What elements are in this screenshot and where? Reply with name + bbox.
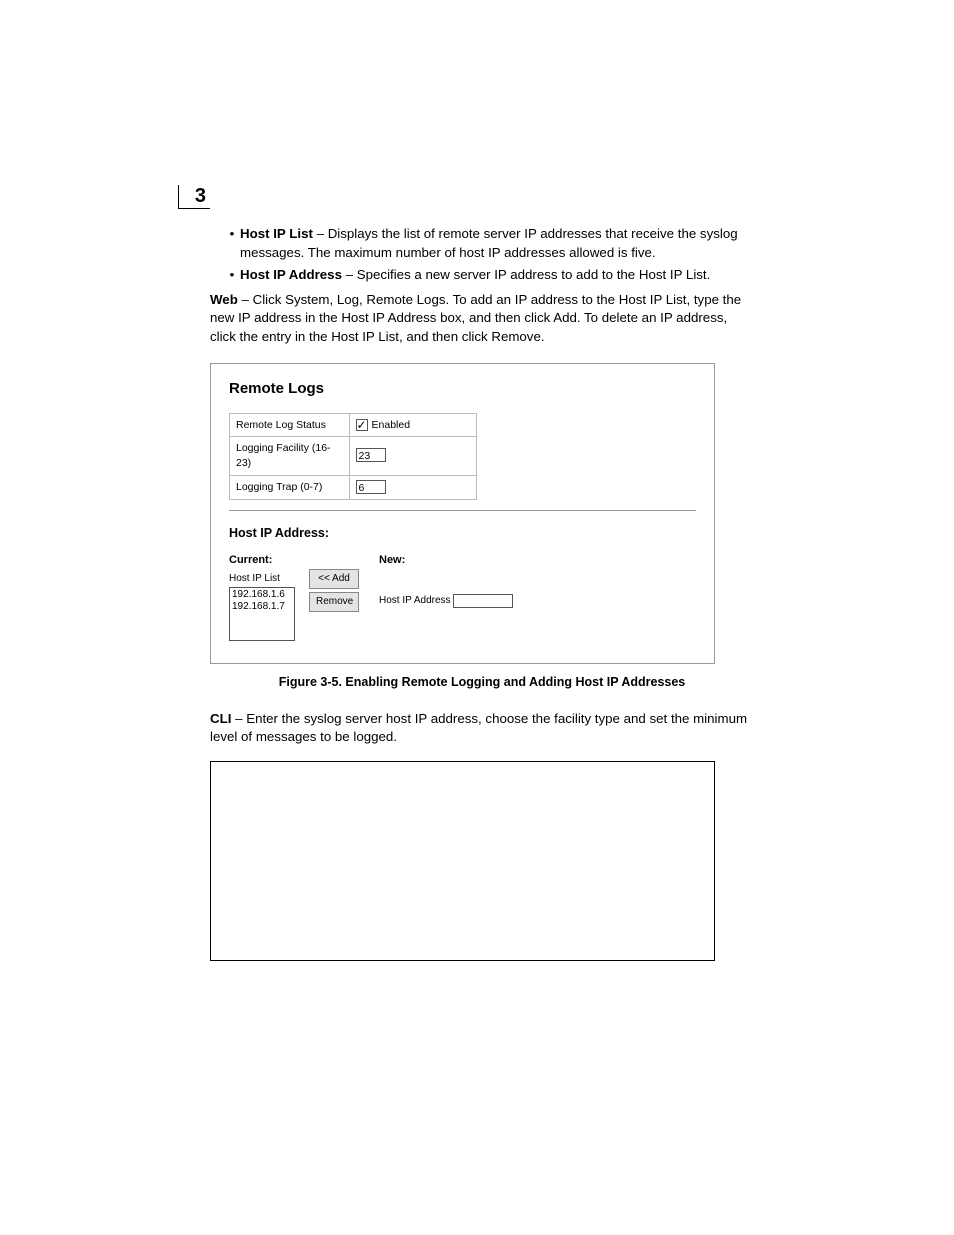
bullet-item: Host IP List – Displays the list of remo… — [238, 225, 754, 262]
bullet-item: Host IP Address – Specifies a new server… — [238, 266, 754, 285]
current-header: Current: — [229, 553, 295, 568]
host-ip-input-row: Host IP Address — [379, 594, 513, 608]
current-column: Current: Host IP List 192.168.1.6 192.16… — [229, 553, 295, 641]
chapter-number-badge: 3 — [178, 185, 210, 209]
cli-text: – Enter the syslog server host IP addres… — [210, 711, 747, 745]
enabled-label: Enabled — [372, 419, 411, 431]
host-ip-section-label: Host IP Address: — [229, 525, 696, 543]
logging-trap-input[interactable]: 6 — [356, 480, 386, 494]
list-item[interactable]: 192.168.1.7 — [232, 601, 292, 613]
bullet-term: Host IP List — [240, 226, 313, 241]
cli-label: CLI — [210, 711, 231, 726]
remove-button[interactable]: Remove — [309, 592, 359, 612]
web-label: Web — [210, 292, 238, 307]
label-logging-trap: Logging Trap (0-7) — [230, 475, 350, 500]
row-remote-log-status: Remote Log Status Enabled — [230, 413, 477, 437]
new-column: New: Host IP Address — [379, 553, 513, 608]
list-item[interactable]: 192.168.1.6 — [232, 589, 292, 601]
cell-logging-trap: 6 — [349, 475, 476, 500]
bullet-term: Host IP Address — [240, 267, 342, 282]
cli-instructions: CLI – Enter the syslog server host IP ad… — [210, 710, 754, 747]
host-ip-list-label: Host IP List — [229, 572, 295, 586]
web-text: – Click System, Log, Remote Logs. To add… — [210, 292, 741, 344]
bullet-desc: – Specifies a new server IP address to a… — [342, 267, 710, 282]
settings-table: Remote Log Status Enabled Logging Facili… — [229, 413, 477, 501]
cell-remote-log-status: Enabled — [349, 413, 476, 437]
cli-output-box — [210, 761, 715, 961]
logging-facility-input[interactable]: 23 — [356, 448, 386, 462]
bullet-list: Host IP List – Displays the list of remo… — [210, 225, 754, 285]
figure-caption: Figure 3-5. Enabling Remote Logging and … — [210, 674, 754, 692]
host-ip-area: Current: Host IP List 192.168.1.6 192.16… — [229, 553, 696, 641]
label-logging-facility: Logging Facility (16-23) — [230, 437, 350, 475]
figure-title: Remote Logs — [229, 378, 696, 399]
divider — [229, 510, 696, 511]
new-header: New: — [379, 553, 513, 568]
cell-logging-facility: 23 — [349, 437, 476, 475]
bullet-desc: – Displays the list of remote server IP … — [240, 226, 738, 260]
host-ip-address-label: Host IP Address — [379, 594, 451, 608]
row-logging-trap: Logging Trap (0-7) 6 — [230, 475, 477, 500]
enabled-checkbox[interactable] — [356, 419, 368, 431]
label-remote-log-status: Remote Log Status — [230, 413, 350, 437]
web-instructions: Web – Click System, Log, Remote Logs. To… — [210, 291, 754, 347]
remote-logs-figure: Remote Logs Remote Log Status Enabled Lo… — [210, 363, 715, 665]
add-button[interactable]: << Add — [309, 569, 359, 589]
button-column: << Add Remove — [309, 569, 359, 615]
host-ip-listbox[interactable]: 192.168.1.6 192.168.1.7 — [229, 587, 295, 641]
host-ip-address-input[interactable] — [453, 594, 513, 608]
row-logging-facility: Logging Facility (16-23) 23 — [230, 437, 477, 475]
